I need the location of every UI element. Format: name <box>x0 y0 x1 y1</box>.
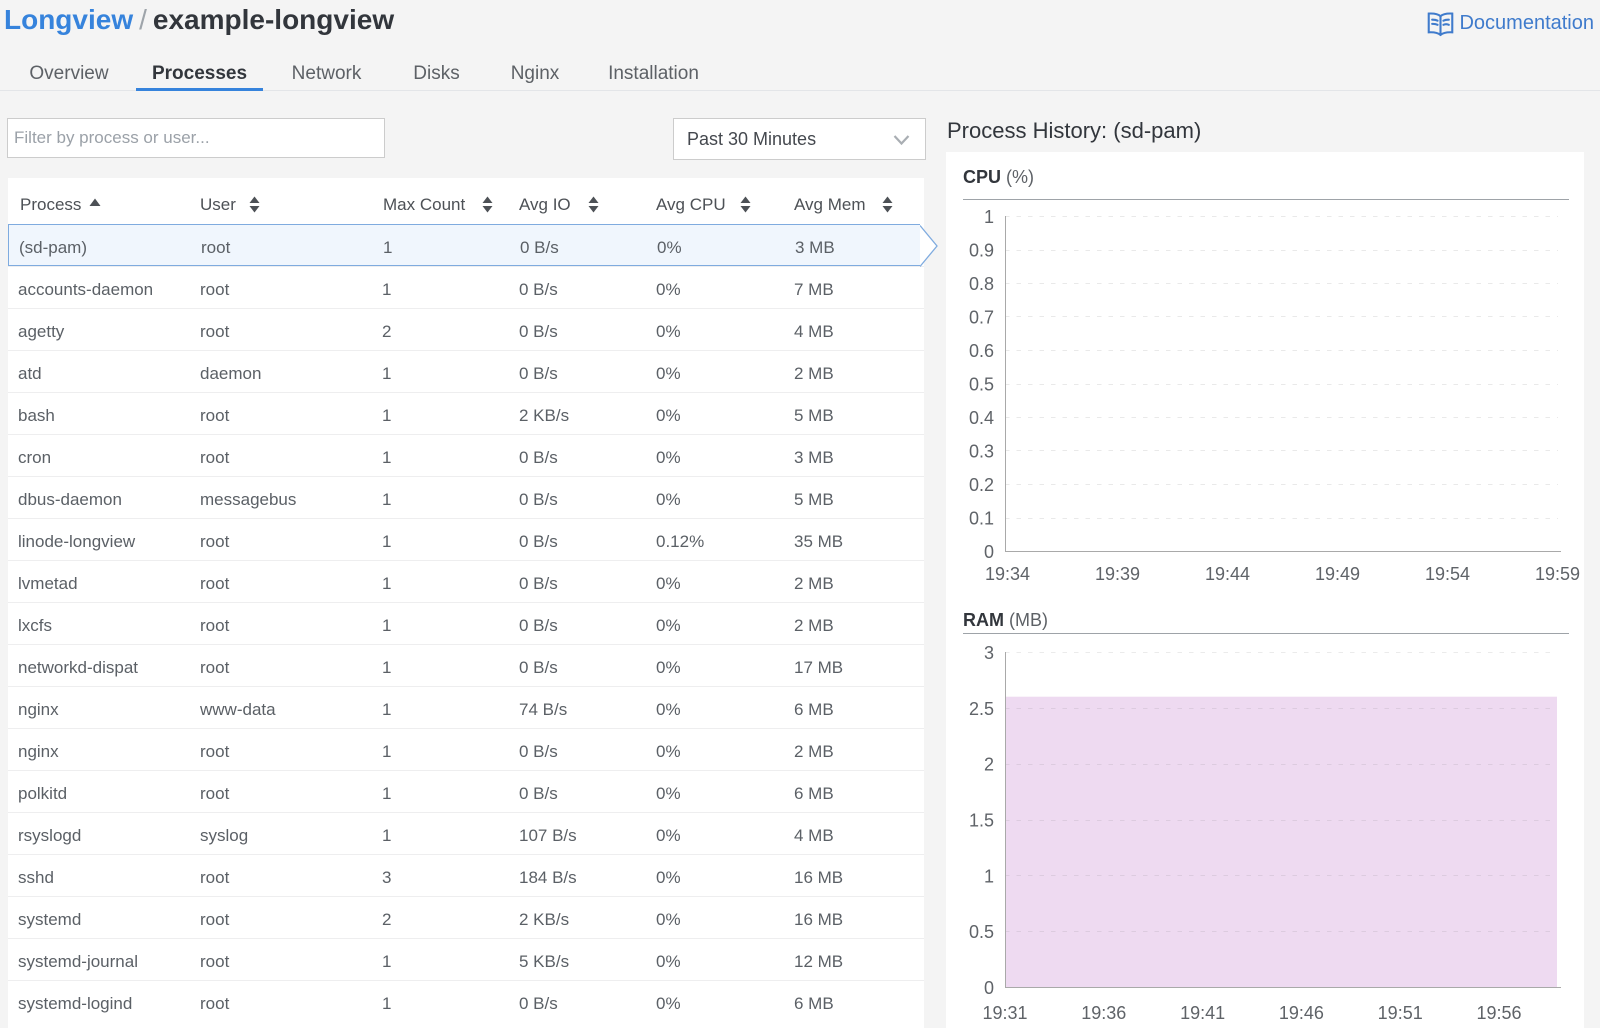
svg-text:0.9: 0.9 <box>969 241 994 261</box>
svg-text:2.5: 2.5 <box>969 699 994 719</box>
svg-text:0: 0 <box>984 978 994 998</box>
svg-text:0.2: 0.2 <box>969 475 994 495</box>
svg-text:0.1: 0.1 <box>969 509 994 529</box>
svg-text:19:41: 19:41 <box>1180 1003 1225 1023</box>
svg-text:19:36: 19:36 <box>1081 1003 1126 1023</box>
svg-text:19:51: 19:51 <box>1378 1003 1423 1023</box>
svg-text:0.5: 0.5 <box>969 922 994 942</box>
svg-text:19:46: 19:46 <box>1279 1003 1324 1023</box>
svg-text:0: 0 <box>984 542 994 562</box>
svg-text:19:34: 19:34 <box>985 564 1030 584</box>
svg-text:19:39: 19:39 <box>1095 564 1140 584</box>
svg-text:19:31: 19:31 <box>982 1003 1027 1023</box>
svg-text:2: 2 <box>984 755 994 775</box>
svg-text:19:44: 19:44 <box>1205 564 1250 584</box>
svg-text:19:59: 19:59 <box>1535 564 1580 584</box>
svg-text:0.7: 0.7 <box>969 308 994 328</box>
svg-text:0.5: 0.5 <box>969 375 994 395</box>
svg-text:19:54: 19:54 <box>1425 564 1470 584</box>
svg-text:19:56: 19:56 <box>1476 1003 1521 1023</box>
svg-text:1.5: 1.5 <box>969 811 994 831</box>
svg-text:3: 3 <box>984 643 994 663</box>
svg-text:0.8: 0.8 <box>969 274 994 294</box>
svg-text:1: 1 <box>984 866 994 886</box>
svg-text:0.4: 0.4 <box>969 408 994 428</box>
svg-text:0.6: 0.6 <box>969 341 994 361</box>
svg-text:1: 1 <box>984 207 994 227</box>
svg-text:19:49: 19:49 <box>1315 564 1360 584</box>
svg-text:0.3: 0.3 <box>969 442 994 462</box>
